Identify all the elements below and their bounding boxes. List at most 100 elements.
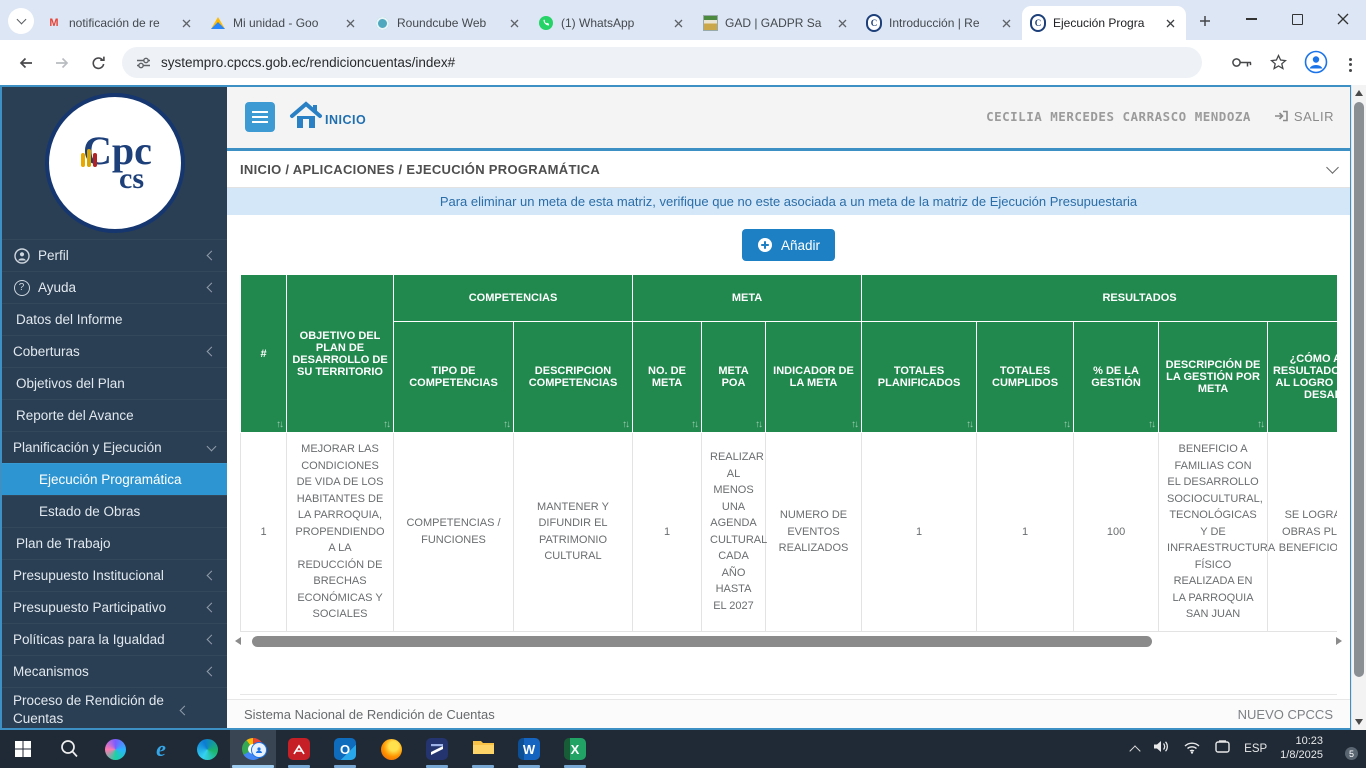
close-window-button[interactable]	[1320, 0, 1366, 38]
scroll-left-arrow[interactable]	[235, 637, 241, 645]
sort-icon[interactable]: ↑↓	[691, 419, 697, 430]
sidebar-item-ayuda[interactable]: ? Ayuda	[2, 271, 227, 303]
sidebar-item-presupuesto-participativo[interactable]: Presupuesto Participativo	[2, 591, 227, 623]
volume-icon[interactable]	[1152, 739, 1170, 759]
taskbar-edge-button[interactable]	[184, 730, 230, 768]
taskbar-scanner-button[interactable]	[414, 730, 460, 768]
scroll-up-arrow[interactable]	[1355, 90, 1363, 96]
sidebar-item-proceso-de-rendicion-de-cuentas[interactable]: Proceso de Rendición de Cuentas	[2, 687, 227, 730]
tab-introduccion[interactable]: C Introducción | Re	[858, 6, 1022, 40]
logout-button[interactable]: SALIR	[1273, 109, 1334, 124]
tab-close-button[interactable]	[178, 15, 194, 31]
tab-ejecucion-programatica[interactable]: C Ejecución Progra	[1022, 6, 1186, 40]
tab-close-button[interactable]	[670, 15, 686, 31]
sort-icon[interactable]: ↑↓	[1257, 419, 1263, 430]
taskbar-word-button[interactable]: W	[506, 730, 552, 768]
column-header-objetivo[interactable]: OBJETIVO DEL PLAN DE DESARROLLO DE SU TE…	[287, 275, 394, 433]
tab-close-button[interactable]	[506, 15, 522, 31]
sort-icon[interactable]: ↑↓	[503, 419, 509, 430]
column-header-totales-planificados[interactable]: TOTALES PLANIFICADOS↑↓	[862, 322, 977, 433]
taskbar-firefox-button[interactable]	[368, 730, 414, 768]
sidebar-item-objetivos-del-plan[interactable]: Objetivos del Plan	[2, 367, 227, 399]
language-indicator[interactable]: ESP	[1244, 743, 1267, 755]
tab-drive[interactable]: Mi unidad - Goo	[202, 6, 366, 40]
tab-close-button[interactable]	[998, 15, 1014, 31]
sidebar-item-mecanismos[interactable]: Mecanismos	[2, 655, 227, 687]
hamburger-menu-button[interactable]	[245, 102, 275, 132]
column-header-como-aporta[interactable]: ¿CÓMO APORTA EL RESULTADO ALCANZADO AL L…	[1268, 322, 1337, 433]
column-header-num[interactable]: #↑↓	[241, 275, 287, 433]
taskbar-chrome-button[interactable]	[230, 730, 276, 768]
sort-icon[interactable]: ↑↓	[966, 419, 972, 430]
column-header-totales-cumplidos[interactable]: TOTALES CUMPLIDOS↑↓	[977, 322, 1074, 433]
sidebar-item-presupuesto-institucional[interactable]: Presupuesto Institucional	[2, 559, 227, 591]
chevron-left-icon	[207, 667, 217, 677]
scroll-down-arrow[interactable]	[1355, 719, 1363, 725]
back-button[interactable]	[14, 51, 38, 75]
browser-menu-button[interactable]	[1345, 58, 1356, 72]
column-header-no-de-meta[interactable]: NO. DE META↑↓	[633, 322, 702, 433]
horizontal-scrollbar-thumb[interactable]	[252, 636, 1152, 647]
column-header-tipo-competencias[interactable]: TIPO DE COMPETENCIAS↑↓	[394, 322, 514, 433]
bookmark-star-button[interactable]	[1270, 54, 1287, 75]
sidebar-item-ejecucion-programatica[interactable]: Ejecución Programática	[2, 463, 227, 495]
horizontal-scrollbar[interactable]	[233, 635, 1344, 648]
add-button[interactable]: Añadir	[742, 229, 835, 261]
notification-center-button[interactable]: 5	[1336, 741, 1356, 757]
sidebar-item-perfil[interactable]: Perfil	[2, 239, 227, 271]
taskbar-copilot-button[interactable]	[92, 730, 138, 768]
taskbar-clock[interactable]: 10:23 1/8/2025	[1280, 735, 1323, 763]
column-header-meta-poa[interactable]: META POA↑↓	[702, 322, 766, 433]
sidebar-item-estado-de-obras[interactable]: Estado de Obras	[2, 495, 227, 527]
taskbar-acrobat-button[interactable]	[276, 730, 322, 768]
sidebar-item-coberturas[interactable]: Coberturas	[2, 335, 227, 367]
sort-icon[interactable]: ↑↓	[755, 419, 761, 430]
tab-close-button[interactable]	[342, 15, 358, 31]
sort-icon[interactable]: ↑↓	[851, 419, 857, 430]
sidebar-item-planificacion-y-ejecucion[interactable]: Planificación y Ejecución	[2, 431, 227, 463]
sidebar-item-datos-del-informe[interactable]: Datos del Informe	[2, 303, 227, 335]
tab-close-button[interactable]	[1162, 15, 1178, 31]
vertical-scrollbar-thumb[interactable]	[1354, 102, 1364, 677]
new-tab-button[interactable]	[1192, 8, 1218, 34]
column-header-descripcion-competencias[interactable]: DESCRIPCION COMPETENCIAS↑↓	[514, 322, 633, 433]
tab-title: Mi unidad - Goo	[233, 16, 335, 30]
tab-roundcube[interactable]: Roundcube Web	[366, 6, 530, 40]
taskbar-outlook-button[interactable]: O	[322, 730, 368, 768]
taskbar-excel-button[interactable]: X	[552, 730, 598, 768]
sort-icon[interactable]: ↑↓	[1063, 419, 1069, 430]
tab-gad[interactable]: GAD | GADPR Sa	[694, 6, 858, 40]
minimize-button[interactable]	[1228, 0, 1274, 38]
wifi-icon[interactable]	[1183, 740, 1201, 759]
tab-gmail[interactable]: M notificación de re	[38, 6, 202, 40]
scroll-right-arrow[interactable]	[1336, 637, 1342, 645]
start-button[interactable]	[0, 730, 46, 768]
reload-button[interactable]	[86, 51, 110, 75]
chevron-down-icon[interactable]	[1326, 161, 1339, 174]
tab-close-button[interactable]	[834, 15, 850, 31]
taskbar-file-explorer-button[interactable]	[460, 730, 506, 768]
taskbar-ie-button[interactable]: e	[138, 730, 184, 768]
sort-icon[interactable]: ↑↓	[622, 419, 628, 430]
sidebar-item-politicas-para-la-igualdad[interactable]: Políticas para la Igualdad	[2, 623, 227, 655]
tray-expand-icon[interactable]	[1129, 745, 1140, 756]
tab-search-button[interactable]	[8, 8, 34, 34]
tablet-mode-icon[interactable]	[1214, 740, 1231, 759]
sidebar-item-reporte-del-avance[interactable]: Reporte del Avance	[2, 399, 227, 431]
profile-avatar-button[interactable]	[1304, 50, 1328, 79]
restore-button[interactable]	[1274, 0, 1320, 38]
page-vertical-scrollbar[interactable]	[1351, 85, 1366, 730]
sort-icon[interactable]: ↑↓	[383, 419, 389, 430]
sort-icon[interactable]: ↑↓	[1148, 419, 1154, 430]
forward-button[interactable]	[50, 51, 74, 75]
taskbar-search-button[interactable]	[46, 730, 92, 768]
sort-icon[interactable]: ↑↓	[276, 419, 282, 430]
tab-whatsapp[interactable]: (1) WhatsApp	[530, 6, 694, 40]
column-header-descripcion-gestion[interactable]: DESCRIPCIÓN DE LA GESTIÓN POR META↑↓	[1159, 322, 1268, 433]
column-header-porcentaje-gestion[interactable]: % DE LA GESTIÓN↑↓	[1074, 322, 1159, 433]
home-link[interactable]: INICIO	[289, 99, 366, 131]
passwords-key-button[interactable]	[1231, 56, 1253, 74]
address-bar[interactable]: systempro.cpccs.gob.ec/rendicioncuentas/…	[122, 47, 1202, 78]
sidebar-item-plan-de-trabajo[interactable]: Plan de Trabajo	[2, 527, 227, 559]
column-header-indicador[interactable]: INDICADOR DE LA META↑↓	[766, 322, 862, 433]
